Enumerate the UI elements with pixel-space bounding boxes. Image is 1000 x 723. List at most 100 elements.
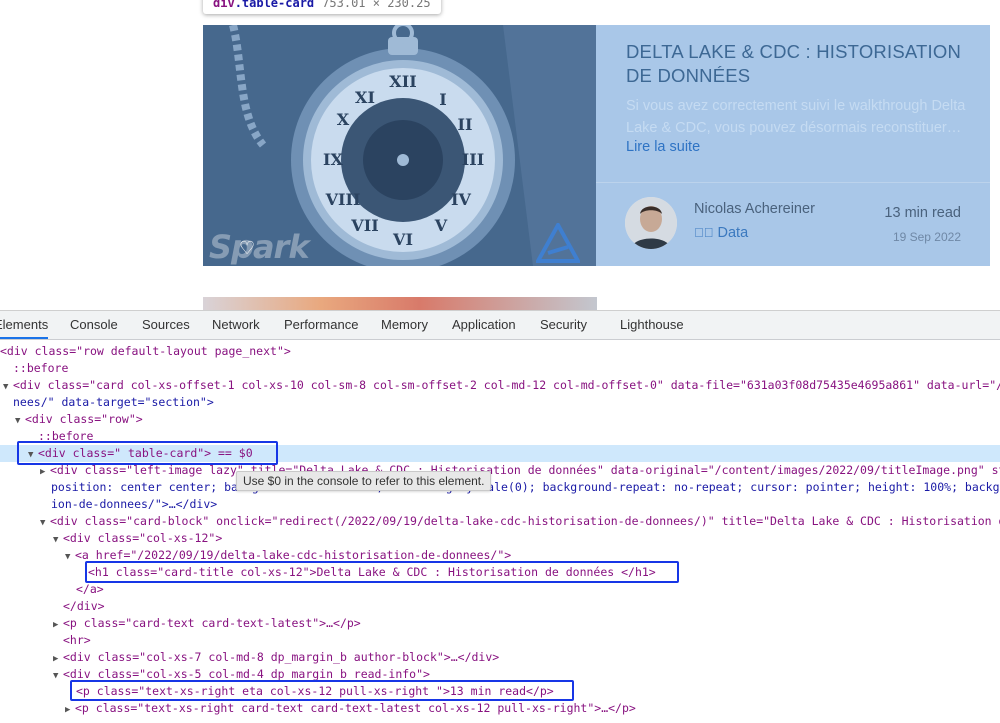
- tree-node[interactable]: </div>: [0, 598, 1000, 615]
- tree-node[interactable]: ▶ <p class="text-xs-right card-text card-…: [0, 700, 1000, 717]
- tree-node[interactable]: <div class="row default-layout page_next…: [0, 343, 1000, 360]
- svg-text:III: III: [462, 150, 484, 169]
- node-text: <h1 class="card-title col-xs-12">Delta L…: [88, 565, 656, 579]
- tag-icon: ⊂⃝: [694, 225, 714, 240]
- delta-lake-logo: [536, 223, 580, 263]
- tag-label: Data: [717, 225, 749, 241]
- tree-node[interactable]: ▼ <div class="col-xs-12">: [0, 530, 1000, 547]
- expand-triangle-icon[interactable]: ▼: [65, 549, 75, 564]
- collapsed-triangle-icon[interactable]: ▶: [53, 617, 63, 632]
- svg-text:X: X: [337, 110, 350, 129]
- node-text: <div class="col-xs-7 col-md-8 dp_margin_…: [63, 650, 500, 664]
- node-text: <div class="card col-xs-offset-1 col-xs-…: [13, 378, 1000, 392]
- publish-date: 19 Sep 2022: [892, 230, 961, 244]
- tree-node-continuation: position: center center; background-size…: [0, 479, 1000, 496]
- inspector-tooltip-arrow: [225, 13, 239, 20]
- page-viewport: XII III VI IX I II IV V VII VIII X XI Sp…: [0, 0, 1000, 310]
- tree-node[interactable]: <p class="text-xs-right eta col-xs-12 pu…: [0, 683, 1000, 700]
- expand-triangle-icon[interactable]: ▼: [53, 532, 63, 547]
- read-more-link[interactable]: Lire la suite: [626, 137, 700, 157]
- tab-application[interactable]: Application: [452, 311, 516, 339]
- expand-triangle-icon[interactable]: ▼: [28, 447, 38, 462]
- tree-node[interactable]: ▼ <div class="col-xs-5 col-md-4 dp_margin…: [0, 666, 1000, 683]
- svg-text:VIII: VIII: [325, 190, 361, 209]
- svg-text:IV: IV: [451, 190, 471, 209]
- inspector-tooltip-tag: div: [213, 0, 235, 10]
- inspector-tooltip-class: .table-card: [234, 0, 315, 10]
- heart-icon[interactable]: ♡: [239, 239, 255, 257]
- console-ref-tooltip: Use $0 in the console to refer to this e…: [236, 471, 492, 491]
- card-title[interactable]: DELTA LAKE & CDC : HISTORISATION DE DONN…: [626, 40, 976, 88]
- tree-node[interactable]: <h1 class="card-title col-xs-12">Delta L…: [0, 564, 1000, 581]
- elements-tree: <div class="row default-layout page_next…: [0, 341, 1000, 723]
- node-text: <div class=" table-card"> == $0: [38, 446, 253, 460]
- tab-performance[interactable]: Performance: [284, 311, 358, 339]
- collapsed-triangle-icon[interactable]: ▶: [65, 702, 75, 717]
- tree-node[interactable]: ▶ <p class="card-text card-text-latest">……: [0, 615, 1000, 632]
- tab-security[interactable]: Security: [540, 311, 587, 339]
- tree-node[interactable]: ▼ <div class="card col-xs-offset-1 col-xs…: [0, 377, 1000, 394]
- pseudo-element: ::before: [13, 361, 69, 375]
- node-text: <div class="row">: [25, 412, 143, 426]
- tab-memory[interactable]: Memory: [381, 311, 428, 339]
- svg-text:VII: VII: [350, 216, 378, 235]
- table-card[interactable]: XII III VI IX I II IV V VII VIII X XI Sp…: [203, 25, 990, 266]
- tree-node[interactable]: ▼ <div class="row">: [0, 411, 1000, 428]
- spark-logo: Spark: [209, 228, 310, 266]
- tree-node[interactable]: ▶ <div class="col-xs-7 col-md-8 dp_margin…: [0, 649, 1000, 666]
- tree-node-selected[interactable]: ▼ <div class=" table-card"> == $0: [0, 445, 1000, 462]
- tab-elements[interactable]: Elements: [0, 311, 49, 339]
- node-text: <a href="/2022/09/19/delta-lake-cdc-hist…: [75, 548, 512, 562]
- expand-triangle-icon[interactable]: ▼: [40, 515, 50, 530]
- node-text: </div>: [63, 599, 105, 613]
- node-text: nees/" data-target="section">: [13, 395, 214, 409]
- tree-node-continuation: nees/" data-target="section">: [0, 394, 1000, 411]
- node-text: </a>: [76, 582, 104, 596]
- next-card-preview[interactable]: [203, 297, 597, 310]
- svg-text:I: I: [439, 90, 446, 109]
- card-divider: [596, 182, 990, 183]
- read-time: 13 min read: [884, 205, 961, 221]
- node-text: <p class="card-text card-text-latest">…<…: [63, 616, 361, 630]
- tree-node[interactable]: <hr>: [0, 632, 1000, 649]
- node-text: position: center center; background-size…: [51, 480, 1000, 494]
- node-text: <hr>: [63, 633, 91, 647]
- svg-text:II: II: [458, 115, 473, 134]
- author-avatar[interactable]: [625, 197, 677, 249]
- node-text: ion-de-donnees/">…</div>: [51, 497, 218, 511]
- svg-text:V: V: [434, 216, 448, 235]
- tag-link[interactable]: ⊂⃝ Data: [694, 224, 748, 242]
- tab-sources[interactable]: Sources: [142, 311, 190, 339]
- svg-text:VI: VI: [392, 230, 413, 249]
- pseudo-element: ::before: [38, 429, 94, 443]
- node-text: <div class="col-xs-12">: [63, 531, 223, 545]
- node-text: <div class="col-xs-5 col-md-4 dp_margin_…: [63, 667, 430, 681]
- node-text: <div class="left-image lazy" title="Delt…: [50, 463, 1000, 477]
- tree-node[interactable]: ▼ <a href="/2022/09/19/delta-lake-cdc-his…: [0, 547, 1000, 564]
- tab-network[interactable]: Network: [212, 311, 260, 339]
- expand-triangle-icon[interactable]: ▼: [53, 668, 63, 683]
- inspector-tooltip-dimensions: 753.01 × 230.25: [322, 0, 431, 10]
- expand-triangle-icon[interactable]: ▼: [3, 379, 13, 394]
- author-name[interactable]: Nicolas Achereiner: [694, 200, 815, 218]
- tree-node[interactable]: ▶ <div class="left-image lazy" title="Del…: [0, 462, 1000, 479]
- tree-node[interactable]: ▼ <div class="card-block" onclick="redire…: [0, 513, 1000, 530]
- expand-triangle-icon[interactable]: ▼: [15, 413, 25, 428]
- devtools-panel: Elements Console Sources Network Perform…: [0, 310, 1000, 723]
- node-text: <p class="text-xs-right card-text card-t…: [75, 701, 636, 715]
- author-photo: [625, 197, 677, 249]
- collapsed-triangle-icon[interactable]: ▶: [40, 464, 50, 479]
- card-image[interactable]: XII III VI IX I II IV V VII VIII X XI Sp…: [203, 25, 596, 266]
- svg-text:IX: IX: [323, 150, 343, 169]
- tree-node[interactable]: ::before: [0, 428, 1000, 445]
- svg-text:XI: XI: [355, 88, 375, 107]
- node-text: <p class="text-xs-right eta col-xs-12 pu…: [76, 684, 554, 698]
- tree-node[interactable]: </a>: [0, 581, 1000, 598]
- tree-node[interactable]: ::before: [0, 360, 1000, 377]
- tab-console[interactable]: Console: [70, 311, 118, 339]
- card-block[interactable]: DELTA LAKE & CDC : HISTORISATION DE DONN…: [596, 25, 990, 266]
- tab-lighthouse[interactable]: Lighthouse: [620, 311, 684, 339]
- node-text: <div class="row default-layout page_next…: [0, 344, 291, 358]
- card-excerpt: Si vous avez correctement suivi le walkt…: [626, 98, 966, 136]
- collapsed-triangle-icon[interactable]: ▶: [53, 651, 63, 666]
